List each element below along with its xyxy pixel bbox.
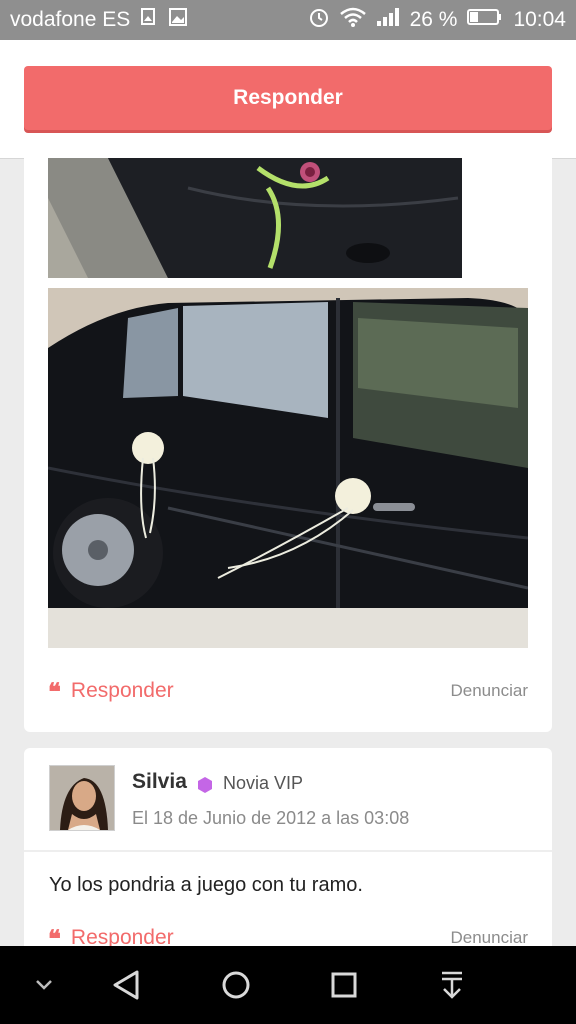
author-name[interactable]: Silvia xyxy=(132,770,187,794)
car-door-pink-bow-photo xyxy=(48,158,462,278)
signal-icon xyxy=(376,7,400,33)
battery-label: 26 % xyxy=(409,8,458,31)
recents-icon[interactable] xyxy=(322,946,366,1024)
vip-badge-icon xyxy=(197,776,213,799)
gallery-icon xyxy=(168,7,188,33)
battery-icon xyxy=(467,7,503,33)
reply-header: Responder xyxy=(0,40,576,159)
reply-link[interactable]: Responder xyxy=(71,679,174,703)
post-actions: ❝ Responder Denunciar xyxy=(48,675,528,707)
report-link[interactable]: Denunciar xyxy=(451,681,529,701)
quote-icon: ❝ xyxy=(48,676,61,706)
vip-badge-label: Novia VIP xyxy=(223,773,304,793)
image-icon xyxy=(140,7,158,33)
comment-card: Silvia Novia VIP El 18 de Junio de 2012 … xyxy=(24,748,552,953)
black-car-white-bows-photo xyxy=(48,288,528,648)
download-icon[interactable] xyxy=(430,946,474,1024)
post-card: ❝ Responder Denunciar xyxy=(24,158,552,732)
comment-text: Yo los pondria a juego con tu ramo. xyxy=(49,874,363,896)
carrier-label: vodafone ES xyxy=(10,8,131,31)
avatar[interactable] xyxy=(49,765,115,831)
wifi-icon xyxy=(339,7,366,33)
home-icon[interactable] xyxy=(214,946,258,1024)
post-date: El 18 de Junio de 2012 a las 03:08 xyxy=(132,808,410,828)
back-icon[interactable] xyxy=(104,946,148,1024)
navigation-bar xyxy=(0,946,576,1024)
clock-time: 10:04 xyxy=(513,8,566,31)
alarm-icon xyxy=(308,6,330,34)
report-link[interactable]: Denunciar xyxy=(451,928,529,948)
status-bar: vodafone ES 26 % 10:04 xyxy=(0,0,576,40)
chevron-down-icon[interactable] xyxy=(24,946,64,1024)
author-row: Silvia Novia VIP El 18 de Junio de 2012 … xyxy=(24,748,552,852)
reply-button[interactable]: Responder xyxy=(24,66,552,130)
